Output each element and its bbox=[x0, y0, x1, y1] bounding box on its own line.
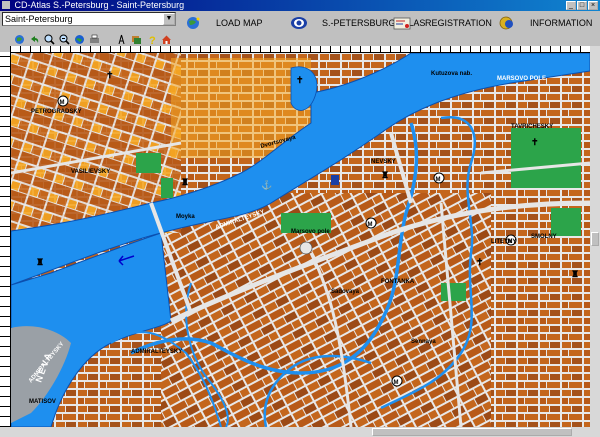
home-icon[interactable] bbox=[161, 34, 172, 45]
label-petrogradsky: PETROGRADSKY bbox=[31, 109, 82, 115]
zoom-out-icon[interactable] bbox=[59, 34, 70, 45]
information-button[interactable]: INFORMATION bbox=[498, 16, 592, 30]
svg-text:♜: ♜ bbox=[571, 269, 579, 279]
svg-text:M: M bbox=[368, 222, 373, 228]
horizontal-scrollbar[interactable] bbox=[0, 427, 600, 437]
label-fontanka: FONTANKA bbox=[381, 279, 415, 285]
label-marsovo-small: Marsovo pole bbox=[291, 229, 330, 235]
toolbar: ? bbox=[0, 33, 600, 46]
registration-label: REGISTRATION bbox=[425, 18, 492, 28]
svg-text:⚓: ⚓ bbox=[261, 179, 272, 190]
eye-icon bbox=[291, 17, 307, 29]
svg-text:♜: ♜ bbox=[381, 170, 389, 180]
svg-text:M: M bbox=[436, 177, 441, 183]
back-arrow-icon[interactable] bbox=[29, 34, 40, 45]
park-tavrichesky bbox=[511, 128, 581, 188]
window-title: CD-Atlas S.-Petersburg - Saint-Petersbur… bbox=[14, 0, 185, 10]
chevron-down-icon[interactable]: ▼ bbox=[163, 13, 175, 25]
palace-square-marker bbox=[299, 241, 313, 255]
information-label: INFORMATION bbox=[530, 18, 593, 28]
svg-text:✝: ✝ bbox=[106, 70, 114, 80]
layers-icon[interactable] bbox=[131, 34, 142, 45]
svg-text:?: ? bbox=[149, 35, 156, 45]
label-matisov: MATISOV bbox=[29, 399, 56, 405]
compass-icon[interactable] bbox=[116, 34, 127, 45]
app-icon bbox=[2, 1, 10, 9]
coin-icon bbox=[499, 16, 513, 30]
label-tavrichesky: TAVRICHESKY bbox=[511, 124, 553, 130]
svg-text:✝: ✝ bbox=[476, 257, 484, 267]
map-canvas[interactable]: M M M M M ✝ ✝ ♜ ⚓ ♜ ✝ ✝ ♜ ♜ NEVA ADMIRAL… bbox=[11, 53, 590, 427]
monument-marker bbox=[331, 175, 339, 185]
label-smolny: SMOLNY bbox=[531, 234, 557, 240]
city-select[interactable]: Saint-Petersburg ▼ bbox=[2, 12, 176, 26]
window-controls: _ □ × bbox=[566, 1, 598, 10]
city-map[interactable]: M M M M M ✝ ✝ ♜ ⚓ ♜ ✝ ✝ ♜ ♜ NEVA ADMIRAL… bbox=[11, 53, 590, 427]
world-icon[interactable] bbox=[74, 34, 85, 45]
label-vasilievsky: VASILIEVSKY bbox=[71, 169, 110, 175]
zoom-in-icon[interactable] bbox=[44, 34, 55, 45]
svg-text:♜: ♜ bbox=[36, 257, 44, 267]
vertical-ruler bbox=[0, 52, 11, 427]
label-admiralteysky-rayon: ADMIRALTEYSKY bbox=[131, 349, 182, 355]
city-select-value: Saint-Petersburg bbox=[5, 14, 73, 24]
horizontal-scroll-thumb[interactable] bbox=[372, 428, 572, 436]
certificate-icon bbox=[393, 17, 411, 30]
label-marsovo-pole: MARSOVO POLE bbox=[497, 76, 546, 82]
svg-text:✝: ✝ bbox=[296, 75, 304, 85]
park-east bbox=[551, 208, 581, 236]
maximize-button[interactable]: □ bbox=[577, 1, 587, 10]
svg-text:✝: ✝ bbox=[531, 137, 539, 147]
svg-text:♜: ♜ bbox=[181, 177, 189, 187]
park-summer bbox=[136, 153, 161, 173]
park-small-east bbox=[441, 283, 466, 301]
label-kutuzova: Kutuzova nab. bbox=[431, 71, 472, 77]
globe-tool-icon[interactable] bbox=[14, 34, 25, 45]
window-titlebar: CD-Atlas S.-Petersburg - Saint-Petersbur… bbox=[0, 0, 600, 11]
load-map-label: LOAD MAP bbox=[216, 18, 263, 28]
vertical-scroll-thumb[interactable] bbox=[591, 232, 599, 246]
globe-icon bbox=[187, 17, 200, 29]
close-button[interactable]: × bbox=[588, 1, 598, 10]
help-icon[interactable]: ? bbox=[146, 34, 157, 45]
registration-button[interactable]: REGISTRATION bbox=[393, 16, 492, 30]
label-moyka: Moyka bbox=[176, 214, 195, 220]
svg-text:M: M bbox=[60, 100, 65, 106]
print-icon[interactable] bbox=[89, 34, 100, 45]
label-nevsky: NEVSKY bbox=[371, 159, 396, 165]
load-map-button[interactable]: LOAD MAP bbox=[184, 16, 263, 30]
park-small bbox=[161, 178, 173, 198]
menubar: Saint-Petersburg ▼ LOAD MAP S.-PETERSBUR… bbox=[0, 11, 600, 33]
minimize-button[interactable]: _ bbox=[566, 1, 576, 10]
label-sadovaya: Sadovaya bbox=[331, 289, 360, 295]
label-sennaya: Sennaya bbox=[411, 339, 436, 345]
vertical-scrollbar[interactable] bbox=[590, 46, 600, 427]
label-liteyny: LITEYNY bbox=[491, 239, 516, 245]
horizontal-ruler bbox=[10, 46, 590, 53]
svg-text:M: M bbox=[394, 380, 399, 386]
